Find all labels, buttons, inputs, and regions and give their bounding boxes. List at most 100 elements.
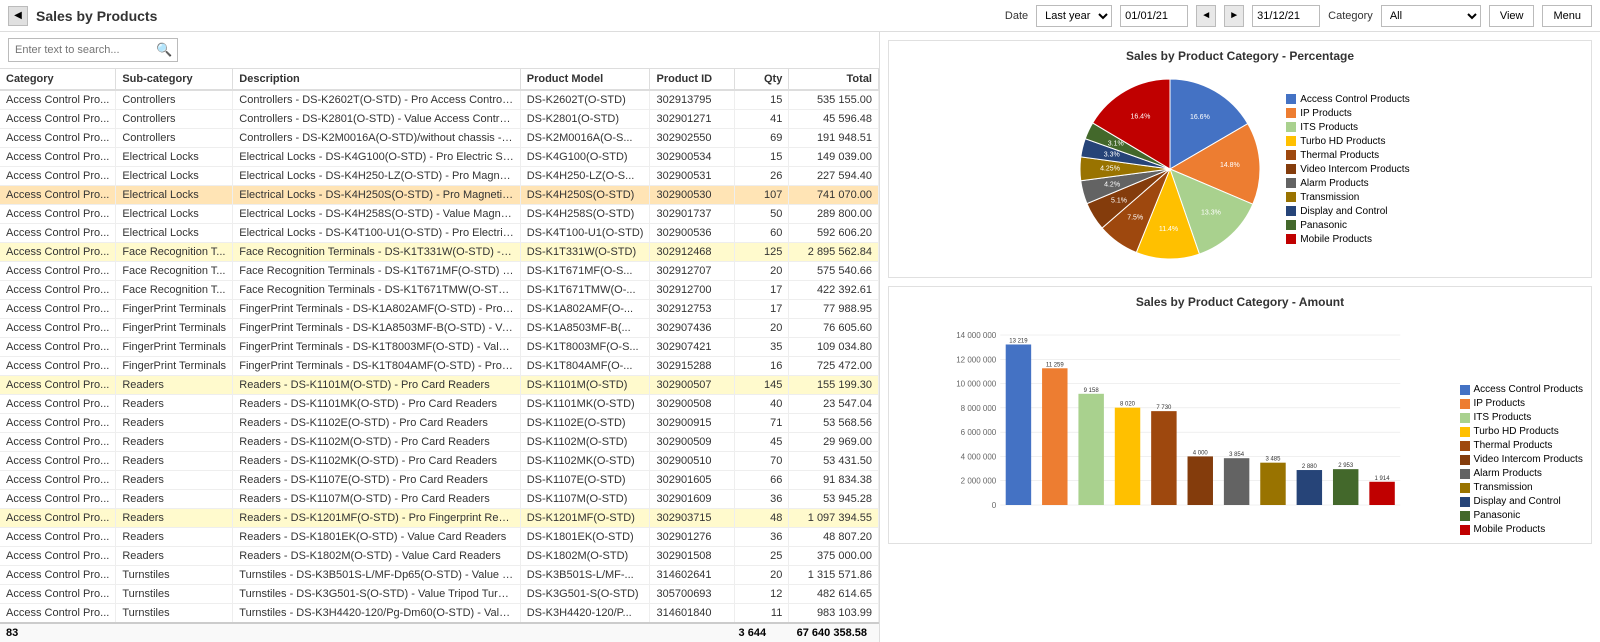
bar-legend-item: Video Intercom Products	[1460, 454, 1584, 465]
table-row[interactable]: Access Control Pro...Face Recognition T.…	[0, 262, 879, 281]
table-cell: DS-K1102M(O-STD)	[520, 433, 650, 452]
date-preset-select[interactable]: Last year This year Custom	[1036, 5, 1112, 27]
table-cell: Face Recognition Terminals - DS-K1T331W(…	[233, 243, 520, 262]
view-button[interactable]: View	[1489, 5, 1535, 27]
table-cell: Readers - DS-K1102M(O-STD) - Pro Card Re…	[233, 433, 520, 452]
bar-legend-color	[1460, 441, 1470, 451]
pie-label: 13.3%	[1201, 210, 1221, 217]
menu-button[interactable]: Menu	[1542, 5, 1592, 27]
bar-legend-item: Panasonic	[1460, 510, 1584, 521]
bar-y-label: 14 000 000	[956, 331, 997, 340]
table-cell: Controllers - DS-K2602T(O-STD) - Pro Acc…	[233, 90, 520, 110]
table-cell: Electrical Locks - DS-K4H258S(O-STD) - V…	[233, 205, 520, 224]
legend-color	[1286, 220, 1296, 230]
table-cell: DS-K4T100-U1(O-STD)	[520, 224, 650, 243]
table-cell: 69	[735, 129, 789, 148]
table-row[interactable]: Access Control Pro...ReadersReaders - DS…	[0, 395, 879, 414]
table-row[interactable]: Access Control Pro...Face Recognition T.…	[0, 243, 879, 262]
table-row[interactable]: Access Control Pro...Electrical LocksEle…	[0, 167, 879, 186]
bar-rect[interactable]	[1188, 456, 1213, 505]
nav-back-button[interactable]: ◀	[8, 6, 28, 26]
table-row[interactable]: Access Control Pro...ControllersControll…	[0, 110, 879, 129]
legend-color	[1286, 108, 1296, 118]
bar-rect[interactable]	[1006, 344, 1031, 505]
table-row[interactable]: Access Control Pro...TurnstilesTurnstile…	[0, 604, 879, 623]
pie-label: 11.4%	[1159, 226, 1178, 233]
bar-rect[interactable]	[1042, 368, 1067, 505]
table-row[interactable]: Access Control Pro...Electrical LocksEle…	[0, 205, 879, 224]
table-cell: 125	[735, 243, 789, 262]
col-header-qty: Qty	[735, 69, 789, 90]
date-from-input[interactable]	[1120, 5, 1188, 27]
table-cell: 314602641	[650, 566, 735, 585]
table-cell: Readers	[116, 452, 233, 471]
table-cell: Access Control Pro...	[0, 129, 116, 148]
table-cell: Access Control Pro...	[0, 433, 116, 452]
legend-item: Turbo HD Products	[1286, 136, 1410, 147]
table-row[interactable]: Access Control Pro...ReadersReaders - DS…	[0, 414, 879, 433]
bar-rect[interactable]	[1224, 458, 1249, 505]
table-row[interactable]: Access Control Pro...ReadersReaders - DS…	[0, 547, 879, 566]
bar-rect[interactable]	[1369, 482, 1394, 505]
pie-label: 5.1%	[1111, 197, 1127, 204]
table-cell: Access Control Pro...	[0, 585, 116, 604]
table-row[interactable]: Access Control Pro...ReadersReaders - DS…	[0, 490, 879, 509]
bar-rect[interactable]	[1297, 470, 1322, 505]
table-cell: Readers	[116, 509, 233, 528]
bar-rect[interactable]	[1078, 394, 1103, 505]
table-row[interactable]: Access Control Pro...FingerPrint Termina…	[0, 300, 879, 319]
bar-rect[interactable]	[1115, 408, 1140, 505]
table-cell: Controllers	[116, 110, 233, 129]
table-row[interactable]: Access Control Pro...Electrical LocksEle…	[0, 186, 879, 205]
table-cell: Electrical Locks	[116, 186, 233, 205]
table-row[interactable]: Access Control Pro...ControllersControll…	[0, 129, 879, 148]
table-cell: DS-K1107E(O-STD)	[520, 471, 650, 490]
date-arrow-left[interactable]: ◄	[1196, 5, 1216, 27]
bar-legend-label: Access Control Products	[1474, 384, 1584, 395]
table-row[interactable]: Access Control Pro...FingerPrint Termina…	[0, 338, 879, 357]
table-cell: 302900509	[650, 433, 735, 452]
bar-rect[interactable]	[1333, 469, 1358, 505]
bar-value-label: 3 854	[1229, 452, 1245, 458]
table-cell: 12	[735, 585, 789, 604]
table-cell: 302907436	[650, 319, 735, 338]
col-header-model: Product Model	[520, 69, 650, 90]
table-cell: Access Control Pro...	[0, 90, 116, 110]
table-cell: 302901508	[650, 547, 735, 566]
bar-y-label: 2 000 000	[961, 477, 997, 486]
bar-rect[interactable]	[1151, 411, 1176, 505]
table-row[interactable]: Access Control Pro...TurnstilesTurnstile…	[0, 585, 879, 604]
table-row[interactable]: Access Control Pro...ReadersReaders - DS…	[0, 471, 879, 490]
table-row[interactable]: Access Control Pro... FingerPrint Termina…	[0, 319, 879, 338]
table-cell: 725 472.00	[789, 357, 879, 376]
table-row[interactable]: Access Control Pro...TurnstilesTurnstile…	[0, 566, 879, 585]
bar-rect[interactable]	[1260, 463, 1285, 505]
table-cell: 592 606.20	[789, 224, 879, 243]
table-cell: 76 605.60	[789, 319, 879, 338]
date-to-input[interactable]	[1252, 5, 1320, 27]
category-select[interactable]: All	[1381, 5, 1481, 27]
table-row[interactable]: Access Control Pro...Electrical LocksEle…	[0, 148, 879, 167]
table-row[interactable]: Access Control Pro...ReadersReaders - DS…	[0, 528, 879, 547]
table-row[interactable]: Access Control Pro...Electrical LocksEle…	[0, 224, 879, 243]
table-row[interactable]: Access Control Pro...ReadersReaders - DS…	[0, 433, 879, 452]
date-label: Date	[1005, 10, 1028, 22]
table-row[interactable]: Access Control Pro...ReadersReaders - DS…	[0, 452, 879, 471]
table-row[interactable]: Access Control Pro...ReadersReaders - DS…	[0, 376, 879, 395]
table-row[interactable]: Access Control Pro...ReadersReaders - DS…	[0, 509, 879, 528]
table-cell: FingerPrint Terminals - DS-K1A8503MF-B(O…	[233, 319, 520, 338]
table-row[interactable]: Access Control Pro...ControllersControll…	[0, 90, 879, 110]
date-arrow-right[interactable]: ►	[1224, 5, 1244, 27]
table-cell: 302913795	[650, 90, 735, 110]
table-cell: Readers	[116, 433, 233, 452]
bar-legend-color	[1460, 413, 1470, 423]
table-cell: Access Control Pro...	[0, 319, 116, 338]
legend-label: Thermal Products	[1300, 150, 1379, 161]
table-cell: 35	[735, 338, 789, 357]
table-cell: 191 948.51	[789, 129, 879, 148]
search-input[interactable]	[8, 38, 178, 62]
table-row[interactable]: Access Control Pro...FingerPrint Termina…	[0, 357, 879, 376]
table-row[interactable]: Access Control Pro...Face Recognition T.…	[0, 281, 879, 300]
table-cell: 482 614.65	[789, 585, 879, 604]
table-wrapper[interactable]: Category Sub-category Description Produc…	[0, 69, 879, 622]
